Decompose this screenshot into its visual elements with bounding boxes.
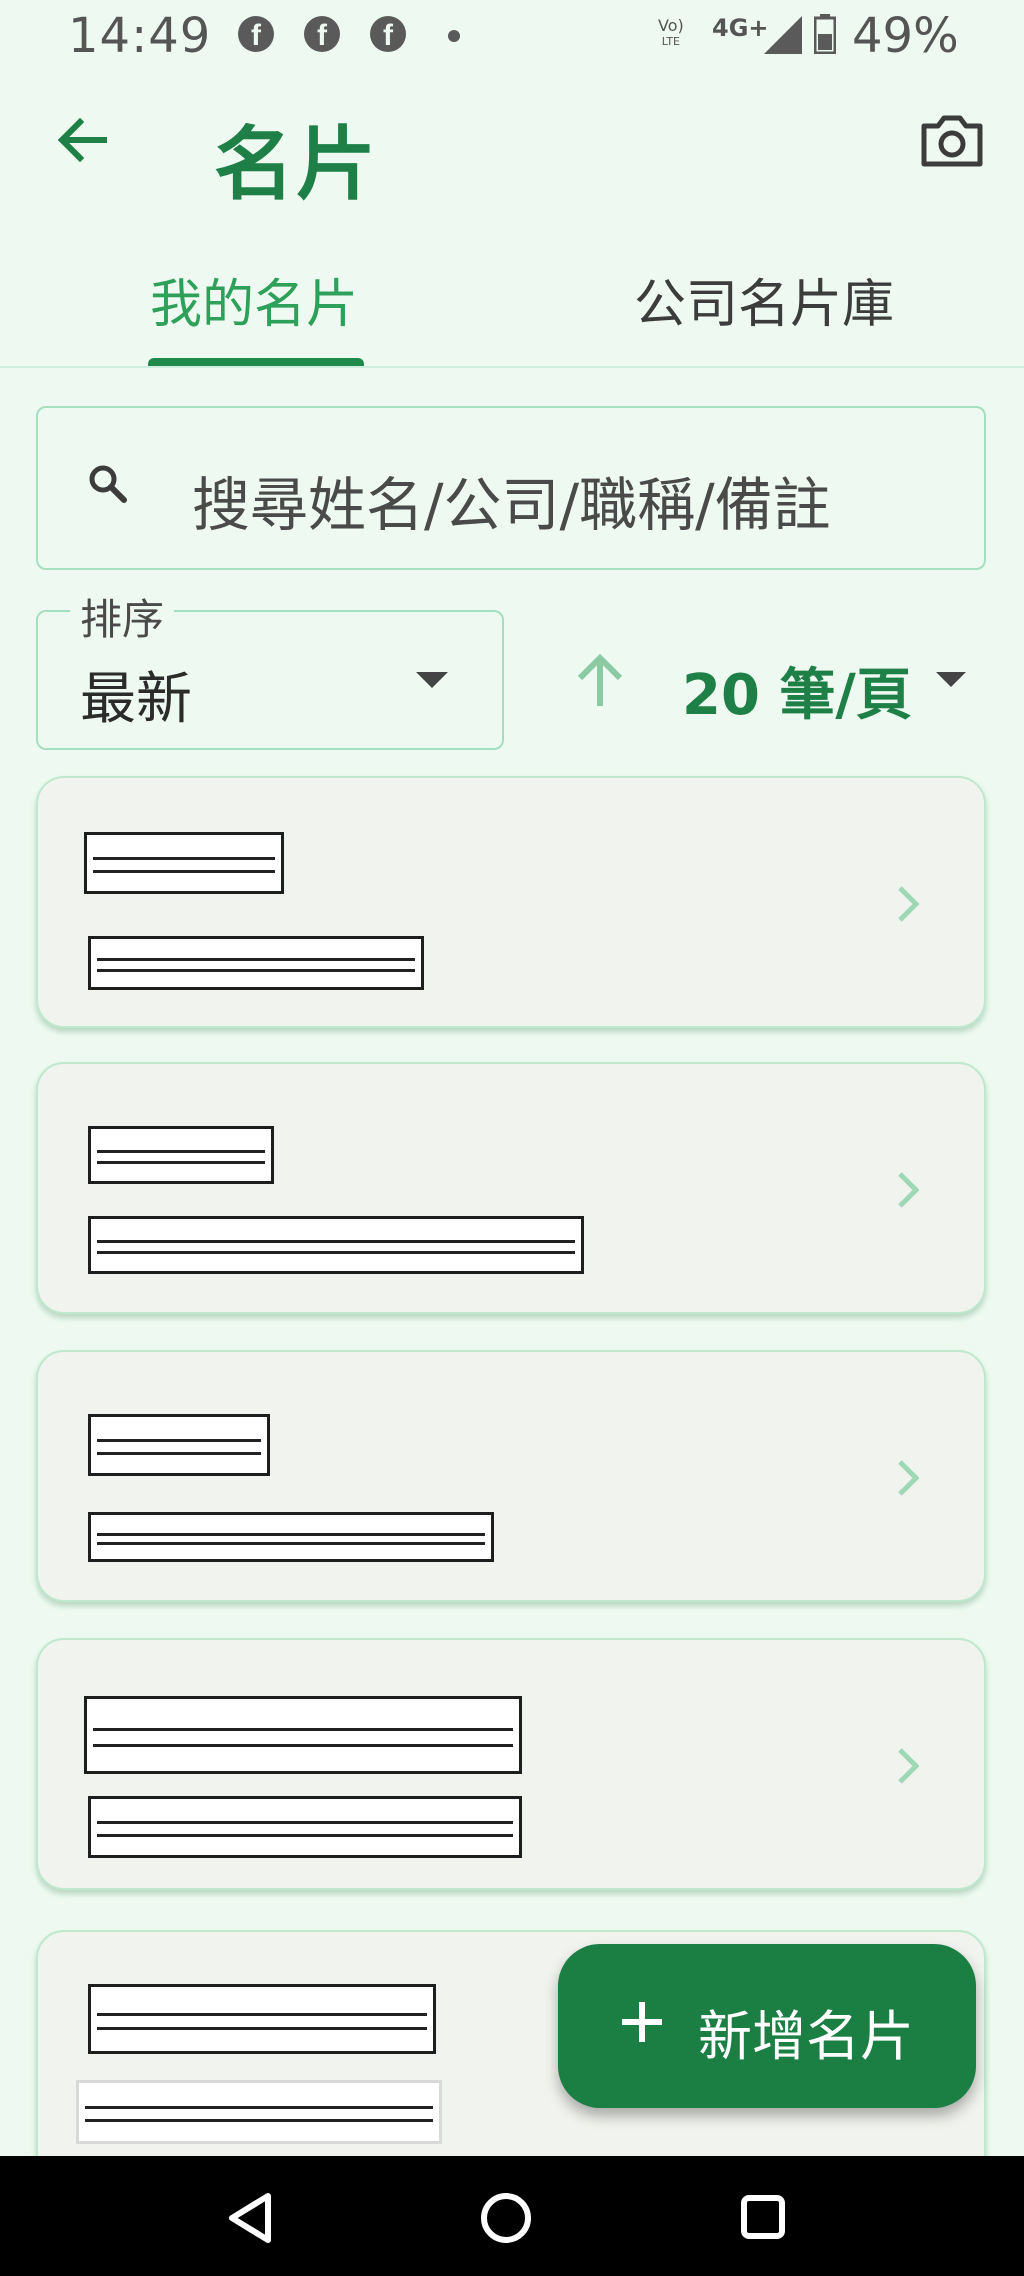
redacted-company (88, 1216, 584, 1274)
volte-icon: Vo) LTE (658, 16, 684, 49)
sort-value: 最新 (80, 667, 192, 732)
search-placeholder: 搜尋姓名/公司/職稱/備註 (192, 471, 831, 539)
facebook-icon: f (304, 16, 340, 52)
tab-my-cards[interactable]: 我的名片 (150, 262, 358, 337)
facebook-icon: f (238, 16, 274, 52)
tab-company-cards[interactable]: 公司名片庫 (634, 262, 894, 337)
redacted-company (88, 1796, 522, 1858)
business-card-item[interactable] (36, 1062, 986, 1314)
redacted-name (88, 1126, 274, 1184)
arrow-up-icon[interactable] (572, 650, 628, 710)
redacted-name (88, 1414, 270, 1476)
nav-recents-icon[interactable] (740, 2194, 786, 2240)
sort-label: 排序 (70, 586, 175, 647)
chevron-right-icon (898, 1172, 920, 1208)
redacted-name (84, 1696, 522, 1774)
chevron-right-icon (898, 886, 920, 922)
signal-icon (764, 16, 802, 54)
plus-icon (622, 2002, 662, 2042)
dot-icon (448, 30, 460, 42)
network-icon: 4G+ (712, 14, 769, 42)
tab-divider (0, 366, 1024, 368)
business-card-item[interactable] (36, 1350, 986, 1602)
battery-percentage: 49% (852, 8, 959, 64)
nav-home-icon[interactable] (478, 2190, 534, 2246)
facebook-icon: f (370, 16, 406, 52)
add-card-label: 新增名片 (698, 2005, 914, 2068)
redacted-name (88, 1984, 436, 2054)
arrow-left-icon[interactable] (54, 112, 110, 168)
caret-down-icon (936, 672, 966, 687)
per-page-select[interactable]: 20 筆/頁 (682, 650, 912, 731)
page-title: 名片 (214, 118, 378, 211)
battery-icon (814, 14, 836, 54)
nav-back-icon[interactable] (224, 2190, 280, 2246)
business-card-item[interactable] (36, 1638, 986, 1890)
chevron-right-icon (898, 1460, 920, 1496)
caret-down-icon (416, 672, 448, 688)
chevron-right-icon (898, 1748, 920, 1784)
search-icon (89, 465, 127, 503)
status-time: 14:49 (68, 8, 212, 64)
redacted-company (76, 2080, 442, 2144)
redacted-company (88, 936, 424, 990)
redacted-company (88, 1512, 494, 1562)
business-card-item[interactable] (36, 776, 986, 1028)
redacted-name (84, 832, 284, 894)
camera-icon[interactable] (920, 112, 984, 168)
